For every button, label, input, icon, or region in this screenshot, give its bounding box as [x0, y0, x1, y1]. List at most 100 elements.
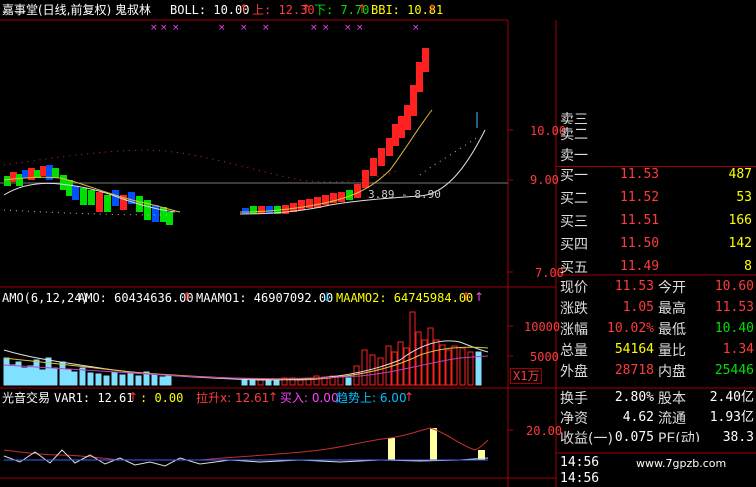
candle: [298, 200, 305, 210]
quote-value: 10.60: [714, 279, 754, 294]
marker-x: ×: [310, 23, 318, 33]
signal-indicator-name: 光音交易: [2, 391, 51, 405]
quote-label: 内盘: [658, 364, 686, 380]
amo-bar: [257, 379, 264, 386]
stat-label: 净资: [560, 411, 588, 427]
bid-price: 11.50: [620, 236, 660, 251]
candle: [378, 148, 385, 166]
quote-label: 今开: [658, 280, 686, 296]
quote-label: 最高: [658, 301, 686, 317]
amo-bar: [65, 369, 72, 386]
quote-label: 总量: [560, 343, 588, 359]
maamo1-value: MAAMO1: 46907092.00: [196, 291, 334, 305]
amo-bars: [3, 311, 482, 386]
candle: [66, 180, 73, 196]
bid-price: 11.52: [620, 190, 660, 205]
amo-bar: [445, 349, 452, 386]
candle: [392, 124, 399, 146]
candle: [314, 197, 321, 208]
bid-price: 11.51: [620, 213, 660, 228]
var1-arrow-icon: ↑: [128, 390, 139, 404]
amo-arrow-icon: ↑: [182, 290, 193, 304]
maamo1-arrow-icon: ↓: [322, 290, 333, 304]
bid-label: 买五: [560, 260, 588, 276]
bid-label: 买三: [560, 214, 588, 230]
upper-arrow-icon: ↑: [301, 2, 312, 16]
candle: [112, 190, 119, 206]
stat-value: 4.62: [622, 410, 654, 425]
amo-unit-label: X1万: [510, 368, 543, 384]
candle: [52, 168, 59, 178]
bid-label: 买一: [560, 168, 588, 184]
quote-value: 25446: [714, 363, 754, 378]
price-tick-9: 9.00: [530, 173, 559, 187]
amo-tick-5000: 5000: [530, 350, 559, 364]
quote-value: 1.34: [722, 342, 754, 357]
candle: [88, 190, 95, 205]
signal-tick-20: 20.00: [526, 424, 563, 438]
maamo2-arrow2-icon: ↑: [474, 290, 485, 304]
bid-volume: 487: [728, 167, 752, 182]
amo-bar: [159, 376, 166, 386]
level-label: 3.89 - 8.90: [368, 188, 441, 201]
amo-bar: [459, 347, 466, 386]
amo-bar: [415, 331, 422, 386]
amo-bar: [385, 345, 392, 386]
amo-bar: [27, 365, 34, 386]
stat-value: 1.93亿: [709, 410, 754, 425]
lower-arrow-icon: ↑: [357, 2, 368, 16]
ask-1-label: 卖一: [560, 148, 588, 164]
marker-x: ×: [150, 23, 158, 33]
candle: [416, 62, 423, 92]
stat-label: 收益(一): [560, 431, 613, 447]
tick-time-2: 14:56: [560, 471, 600, 486]
amo-bar: [135, 375, 142, 386]
amo-bar: [345, 377, 352, 386]
stat-label: 流通: [658, 411, 686, 427]
amo-bar: [9, 364, 16, 386]
tick-time-1: 14:56: [560, 455, 600, 470]
quote-label: 现价: [560, 280, 588, 296]
candle: [370, 158, 377, 176]
stat-value: 0.075: [614, 431, 654, 442]
signal-bar: [430, 428, 437, 460]
candle: [242, 208, 249, 214]
amo-tick-10000: 10000: [524, 320, 561, 334]
marker-x: ×: [356, 23, 364, 33]
boll-lower-line: [3, 134, 481, 216]
candle: [22, 170, 29, 178]
amo-value: AMO: 60434636.00: [78, 291, 194, 305]
marker-x: ×: [172, 23, 180, 33]
marker-x: ×: [160, 23, 168, 33]
marker-x: ×: [240, 23, 248, 33]
quote-value: 10.02%: [607, 321, 654, 336]
candle: [250, 206, 257, 214]
candle: [96, 192, 103, 212]
amo-bar: [409, 311, 416, 386]
amo-bar: [87, 372, 94, 386]
marker-x: ×: [412, 23, 420, 33]
quote-label: 涨幅: [560, 322, 588, 338]
amo-bar: [165, 375, 172, 386]
candle: [386, 138, 393, 156]
amo-bar: [3, 357, 10, 386]
candle: [422, 48, 429, 72]
amo-bar: [403, 347, 410, 386]
stock-title: 嘉事堂(日线,前复权) 鬼叔林: [2, 3, 151, 17]
candle: [258, 206, 265, 214]
amo-bar: [71, 371, 78, 386]
amo-bar: [95, 373, 102, 386]
candle: [362, 170, 369, 188]
amo-bar: [377, 357, 384, 386]
amo-bar: [361, 349, 368, 386]
quote-label: 量比: [658, 343, 686, 359]
marker-x: ×: [262, 23, 270, 33]
ask-2-label: 卖二: [560, 127, 588, 143]
bid-volume: 166: [728, 213, 752, 228]
bid-volume: 142: [728, 236, 752, 251]
candle: [354, 184, 361, 198]
candle: [166, 212, 173, 225]
maamo2-value: MAAMO2: 64745984.00: [336, 291, 474, 305]
amo-bar: [39, 369, 46, 386]
bid-price: 11.49: [620, 259, 660, 274]
